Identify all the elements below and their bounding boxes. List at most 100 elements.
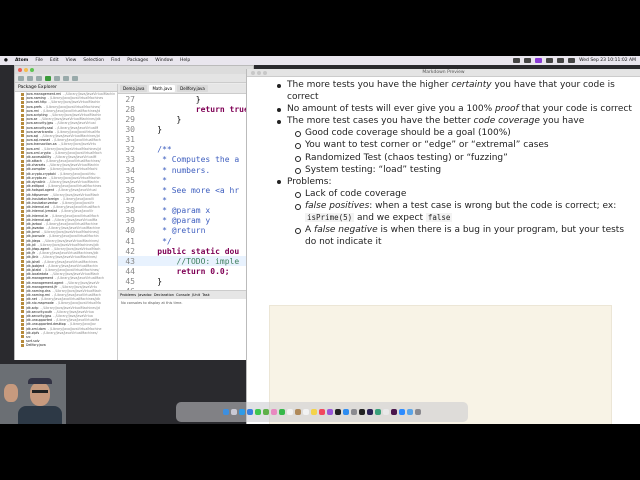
jar-icon: [21, 230, 24, 234]
menu-packages[interactable]: Packages: [127, 58, 148, 63]
jar-icon: [21, 100, 24, 104]
tab-task[interactable]: Task: [202, 293, 210, 297]
zoom-icon[interactable]: [398, 408, 406, 416]
mail-icon[interactable]: [246, 408, 254, 416]
chrome-icon[interactable]: [382, 408, 390, 416]
tab-junit[interactable]: JUnit: [192, 293, 200, 297]
code-line[interactable]: 28 return true;: [118, 104, 255, 114]
atom-icon[interactable]: [374, 408, 382, 416]
jar-icon: [21, 314, 24, 318]
safari-icon[interactable]: [238, 408, 246, 416]
menu-selection[interactable]: Selection: [83, 58, 104, 63]
notes-icon[interactable]: [310, 408, 318, 416]
status-icon[interactable]: [513, 58, 521, 63]
settings-icon[interactable]: [350, 408, 358, 416]
code-line[interactable]: 37 *: [118, 195, 255, 205]
apple-icon[interactable]: ●: [4, 58, 8, 63]
zoom-icon[interactable]: [30, 68, 34, 72]
run-icon[interactable]: [45, 75, 51, 81]
code-line[interactable]: 43 //TODO: imple: [118, 256, 255, 267]
reminders-icon[interactable]: [302, 408, 310, 416]
menu-find[interactable]: Find: [111, 58, 120, 63]
presenter-hat: [28, 378, 52, 384]
menu-help[interactable]: Help: [180, 58, 190, 63]
code-line[interactable]: 38 * @param x: [118, 206, 255, 216]
appstore-icon[interactable]: [342, 408, 350, 416]
terminal-icon[interactable]: [358, 408, 366, 416]
tab-math-java[interactable]: Math.java: [149, 85, 176, 92]
eclipse-icon[interactable]: [366, 408, 374, 416]
tab-console[interactable]: Console: [176, 293, 190, 297]
minimize-icon[interactable]: [24, 68, 28, 72]
menu-view[interactable]: View: [66, 58, 77, 63]
folder-icon[interactable]: [406, 408, 414, 416]
code-line[interactable]: 39 * @param y: [118, 216, 255, 226]
back-icon[interactable]: [63, 75, 69, 81]
close-icon[interactable]: [18, 68, 22, 72]
tree-item[interactable]: Dellfory.java: [15, 343, 117, 347]
maps-icon[interactable]: [262, 408, 270, 416]
menu-window[interactable]: Window: [155, 58, 173, 63]
menu-file[interactable]: File: [35, 58, 43, 63]
tab-problems[interactable]: Problems: [120, 293, 136, 297]
music-icon[interactable]: [318, 408, 326, 416]
presenter-glasses: [32, 390, 48, 393]
line-number: 35: [125, 175, 135, 185]
new-icon[interactable]: [18, 75, 24, 81]
line-number: 30: [125, 124, 135, 134]
save-icon[interactable]: [27, 75, 33, 81]
code-line[interactable]: 40 * @return: [118, 226, 255, 236]
menu-app-name[interactable]: Atom: [15, 58, 28, 63]
tv-icon[interactable]: [334, 408, 342, 416]
code-editor[interactable]: Demo.java Math.java Dellfory.java 27 } 28…: [118, 84, 255, 296]
code-line[interactable]: 31: [118, 135, 255, 145]
trash-icon[interactable]: [414, 408, 422, 416]
list-item: No amount of tests will ever give you a …: [247, 103, 640, 115]
jar-icon: [21, 281, 24, 285]
package-tree: java.management.rmi - /Library/Java/JavaV…: [15, 92, 117, 347]
jar-icon: [21, 138, 24, 142]
code-line[interactable]: 30 }: [118, 124, 255, 134]
photos-icon[interactable]: [270, 408, 278, 416]
wifi-icon[interactable]: [546, 58, 554, 63]
status-icon[interactable]: [524, 58, 532, 63]
contacts-icon[interactable]: [294, 408, 302, 416]
tab-dellfory-java[interactable]: Dellfory.java: [177, 85, 208, 92]
debug-icon[interactable]: [36, 75, 42, 81]
code-line[interactable]: 29 }: [118, 114, 255, 124]
code-line[interactable]: 45 }: [118, 277, 255, 287]
code-line[interactable]: 41 */: [118, 236, 255, 246]
jar-icon: [21, 172, 24, 176]
code-line[interactable]: 44 return 0.0;: [118, 266, 255, 276]
code-line[interactable]: 27 }: [118, 94, 255, 104]
code-line[interactable]: 36 * See more <a hr: [118, 185, 255, 195]
launchpad-icon[interactable]: [230, 408, 238, 416]
tab-demo-java[interactable]: Demo.java: [120, 85, 148, 92]
calendar-icon[interactable]: [286, 408, 294, 416]
facetime-icon[interactable]: [278, 408, 286, 416]
forward-icon[interactable]: [72, 75, 78, 81]
jar-icon: [21, 297, 24, 301]
jar-icon: [21, 151, 24, 155]
search-icon[interactable]: [557, 58, 565, 63]
status-icon[interactable]: [535, 58, 543, 63]
tab-declaration[interactable]: Declaration: [154, 293, 174, 297]
search-icon[interactable]: [54, 75, 60, 81]
code-text: * @param x: [138, 206, 211, 216]
menubar-clock[interactable]: Wed Sep 23 10:11:02 AM: [579, 58, 636, 63]
code-line[interactable]: 42 public static dou: [118, 246, 255, 256]
code-line[interactable]: 34 * numbers.: [118, 165, 255, 175]
code-line[interactable]: 32 /**: [118, 145, 255, 155]
messages-icon[interactable]: [254, 408, 262, 416]
finder-icon[interactable]: [222, 408, 230, 416]
line-number: 40: [125, 226, 135, 236]
code-line[interactable]: 35 *: [118, 175, 255, 185]
control-center-icon[interactable]: [568, 58, 576, 63]
slack-icon[interactable]: [390, 408, 398, 416]
tab-javadoc[interactable]: Javadoc: [138, 293, 152, 297]
eclipse-titlebar: [15, 66, 253, 74]
podcasts-icon[interactable]: [326, 408, 334, 416]
menu-edit[interactable]: Edit: [50, 58, 59, 63]
package-explorer-tab[interactable]: Package Explorer: [15, 84, 117, 92]
code-line[interactable]: 33 * Computes the a: [118, 155, 255, 165]
